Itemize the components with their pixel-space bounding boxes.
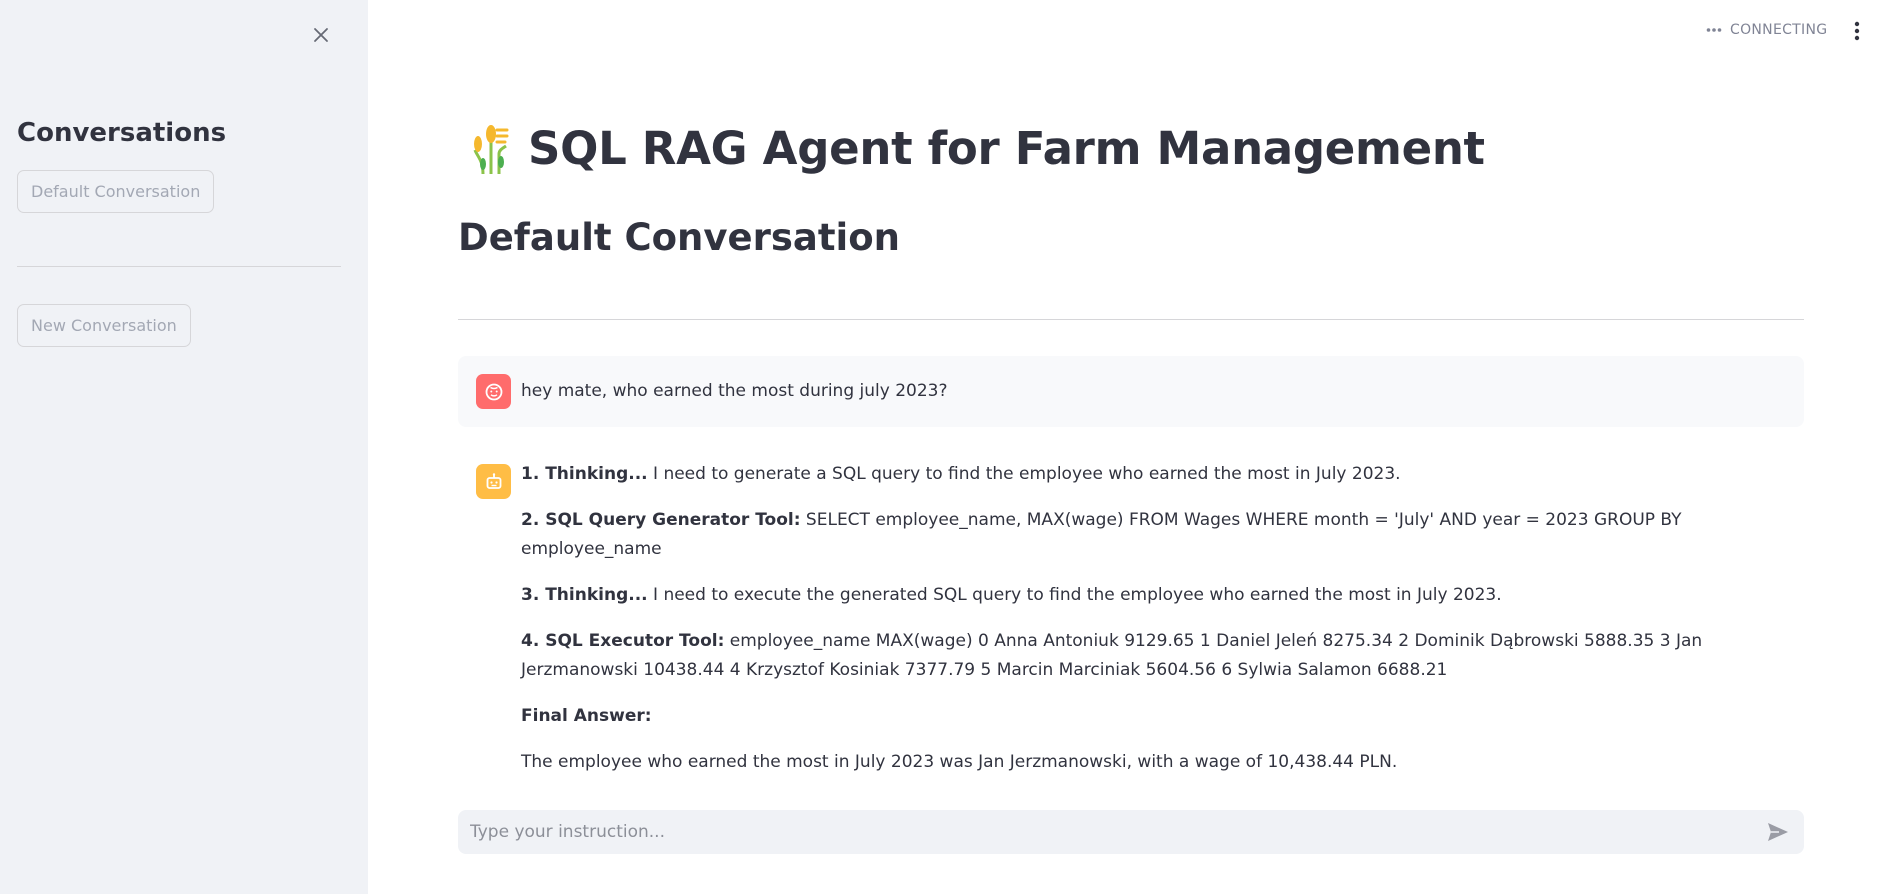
chat-input[interactable] xyxy=(458,810,1758,854)
sidebar-divider xyxy=(17,266,341,267)
agent-step: 4. SQL Executor Tool: employee_name MAX(… xyxy=(521,627,1801,685)
page-title: SQL RAG Agent for Farm Management xyxy=(528,121,1485,175)
new-conversation-button[interactable]: New Conversation xyxy=(17,304,191,347)
close-sidebar-button[interactable] xyxy=(308,22,334,48)
agent-step-text: I need to generate a SQL query to find t… xyxy=(647,464,1401,484)
agent-step-label: 3. Thinking... xyxy=(521,585,648,605)
page-title-row: SQL RAG Agent for Farm Management xyxy=(470,120,1485,176)
final-answer-label: Final Answer: xyxy=(521,706,652,726)
kebab-menu-icon xyxy=(1854,21,1860,41)
conversation-title: Default Conversation xyxy=(458,216,900,259)
user-chat-message: hey mate, who earned the most during jul… xyxy=(458,356,1804,427)
main-divider xyxy=(458,319,1804,320)
connecting-dots-icon xyxy=(1706,28,1722,32)
sidebar-heading: Conversations xyxy=(17,118,227,148)
send-icon xyxy=(1768,823,1788,841)
robot-icon xyxy=(486,472,501,489)
send-button[interactable] xyxy=(1758,812,1798,852)
agent-step: 2. SQL Query Generator Tool: SELECT empl… xyxy=(521,506,1801,564)
conversation-button-default[interactable]: Default Conversation xyxy=(17,170,215,213)
user-avatar xyxy=(476,374,511,409)
connection-status: CONNECTING xyxy=(1706,22,1827,38)
chat-input-container xyxy=(458,810,1804,854)
agent-step-label: 4. SQL Executor Tool: xyxy=(521,631,725,651)
final-answer-text: The employee who earned the most in July… xyxy=(521,752,1398,772)
agent-step: 3. Thinking... I need to execute the gen… xyxy=(521,581,1801,610)
main-menu-button[interactable] xyxy=(1845,18,1869,44)
wheat-icon xyxy=(473,125,509,175)
assistant-avatar xyxy=(476,464,511,499)
agent-step-label: 1. Thinking... xyxy=(521,464,648,484)
user-message-text: hey mate, who earned the most during jul… xyxy=(521,381,948,401)
agent-step-text: I need to execute the generated SQL quer… xyxy=(647,585,1502,605)
assistant-message-body: 1. Thinking... I need to generate a SQL … xyxy=(521,460,1801,794)
agent-step-label: 2. SQL Query Generator Tool: xyxy=(521,510,801,530)
agent-step: 1. Thinking... I need to generate a SQL … xyxy=(521,460,1801,489)
close-icon xyxy=(314,28,328,42)
connection-status-text: CONNECTING xyxy=(1730,22,1828,38)
final-answer-label-row: Final Answer: xyxy=(521,702,1801,731)
user-face-icon xyxy=(485,383,502,400)
sidebar: Conversations Default Conversation New C… xyxy=(0,0,368,894)
